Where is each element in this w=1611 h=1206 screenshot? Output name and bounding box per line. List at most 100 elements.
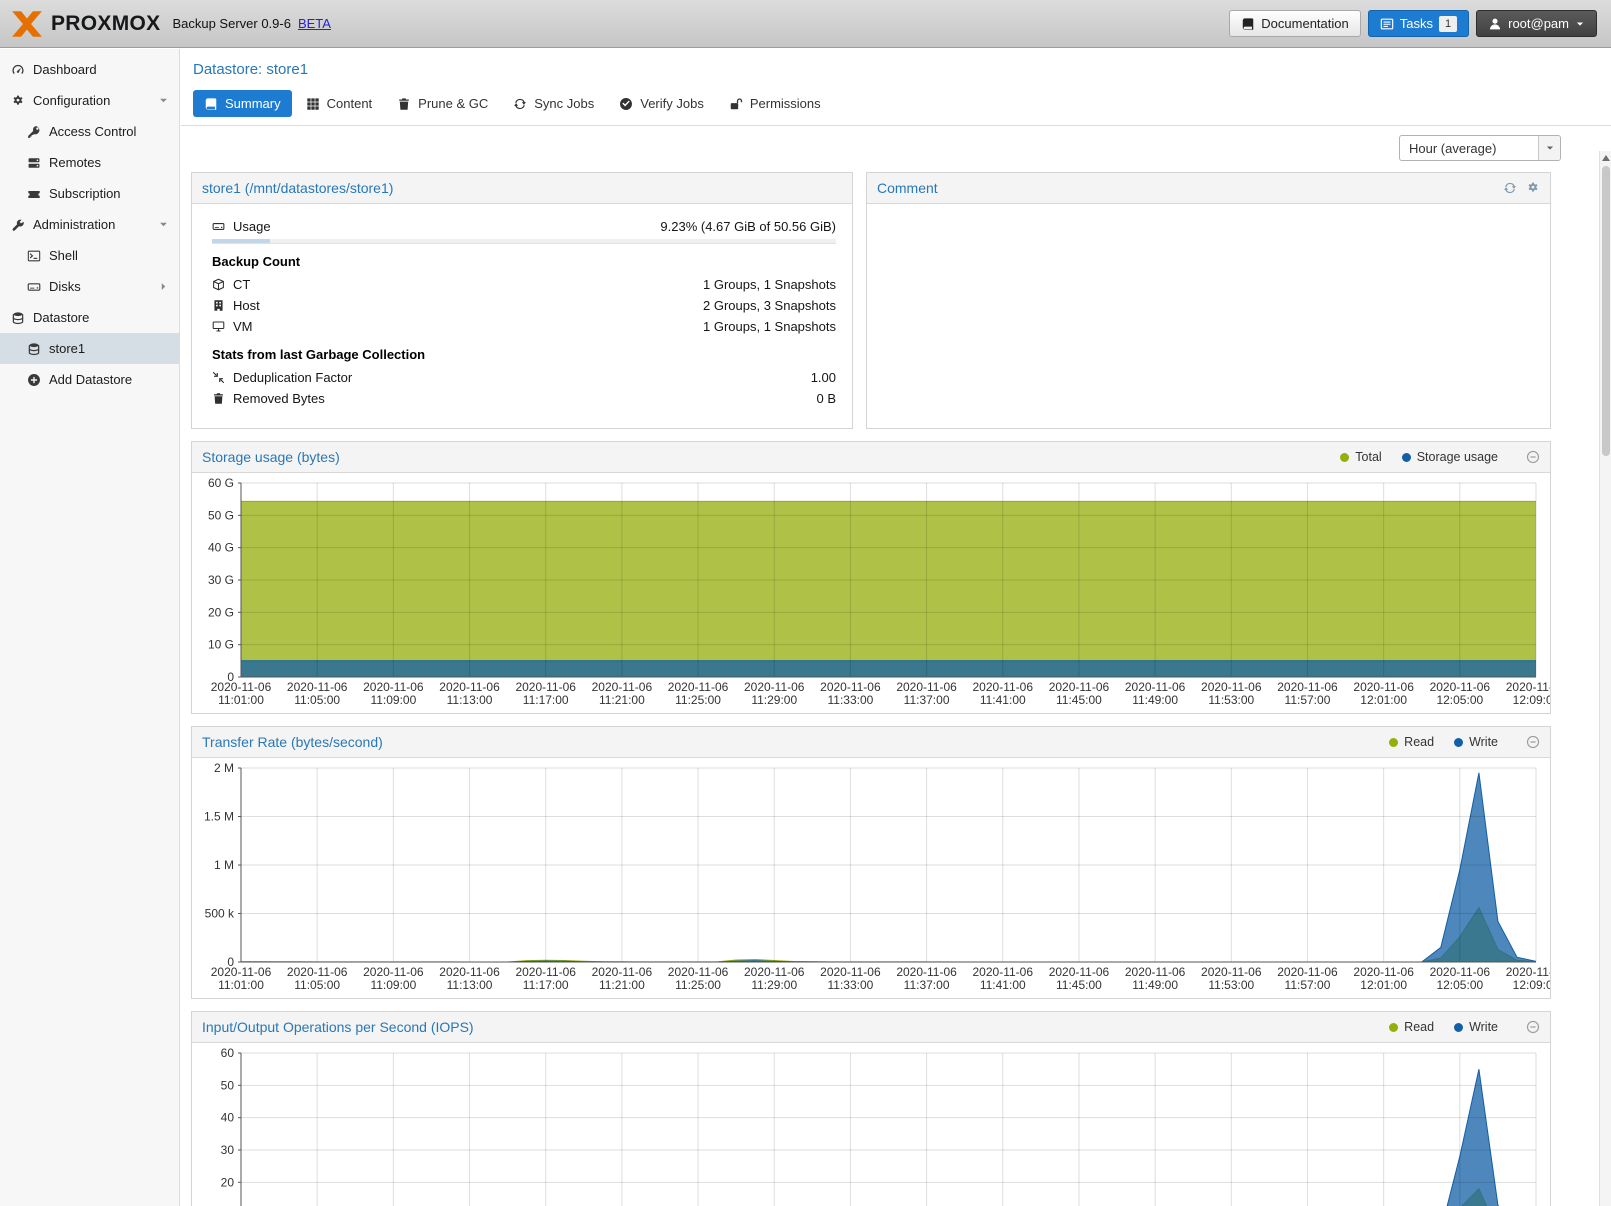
vertical-scrollbar[interactable] — [1599, 151, 1611, 1206]
refresh-icon[interactable] — [1503, 181, 1517, 195]
svg-text:11:41:00: 11:41:00 — [980, 978, 1026, 992]
legend-item-total[interactable]: Total — [1340, 450, 1381, 464]
sidebar-item-subscription[interactable]: Subscription — [0, 178, 179, 209]
storage-usage-legend: Total Storage usage — [1340, 450, 1540, 464]
row-label: Deduplication Factor — [233, 370, 352, 385]
sidebar-item-disks[interactable]: Disks — [0, 271, 179, 302]
legend-item-read[interactable]: Read — [1389, 735, 1434, 749]
summary-panel-body: Usage 9.23% (4.67 GiB of 50.56 GiB) Back… — [192, 204, 852, 428]
tab-content[interactable]: Content — [295, 90, 384, 117]
svg-text:11:41:00: 11:41:00 — [980, 693, 1026, 707]
iops-chart: 2020-11-0611:01:002020-11-0611:05:002020… — [193, 1045, 1550, 1206]
sidebar-item-label: Administration — [33, 217, 115, 232]
usage-progress-fill — [212, 239, 270, 243]
tab-prune-gc[interactable]: Prune & GC — [386, 90, 499, 117]
transfer-rate-panel-header: Transfer Rate (bytes/second) ReadWrite — [192, 727, 1550, 758]
tab-verify-jobs[interactable]: Verify Jobs — [608, 90, 715, 117]
svg-text:11:49:00: 11:49:00 — [1132, 693, 1178, 707]
period-select-trigger[interactable] — [1538, 136, 1560, 160]
sidebar-item-label: Add Datastore — [49, 372, 132, 387]
database-icon — [27, 342, 41, 356]
sidebar-item-datastore[interactable]: Datastore — [0, 302, 179, 333]
svg-text:2020-11-06: 2020-11-06 — [820, 680, 881, 694]
svg-text:2020-11-06: 2020-11-06 — [896, 965, 957, 979]
legend-label: Read — [1404, 1020, 1434, 1034]
sidebar-item-dashboard[interactable]: Dashboard — [0, 54, 179, 85]
period-select-value: Hour (average) — [1400, 141, 1538, 156]
legend-item-storage-usage[interactable]: Storage usage — [1402, 450, 1498, 464]
svg-text:11:13:00: 11:13:00 — [447, 693, 493, 707]
beta-link[interactable]: BETA — [298, 16, 331, 31]
svg-text:50: 50 — [221, 1078, 235, 1092]
row-label: CT — [233, 277, 250, 292]
transfer-rate-panel: Transfer Rate (bytes/second) ReadWrite 2… — [191, 726, 1551, 999]
svg-text:11:33:00: 11:33:00 — [827, 693, 873, 707]
svg-text:2020-11-06: 2020-11-06 — [1201, 680, 1262, 694]
sidebar-item-add-datastore[interactable]: Add Datastore — [0, 364, 179, 395]
comment-content[interactable] — [867, 204, 1550, 428]
svg-text:11:17:00: 11:17:00 — [523, 693, 569, 707]
row-value: 1.00 — [811, 370, 836, 385]
sidebar-item-administration[interactable]: Administration — [0, 209, 179, 240]
scroll-up-arrow[interactable] — [1600, 151, 1611, 164]
user-label: root@pam — [1508, 16, 1569, 31]
user-menu-button[interactable]: root@pam — [1476, 10, 1597, 37]
legend-label: Write — [1469, 735, 1498, 749]
sidebar-item-label: Dashboard — [33, 62, 97, 77]
sidebar-item-label: Access Control — [49, 124, 136, 139]
legend-item-write[interactable]: Write — [1454, 735, 1498, 749]
usage-value: 9.23% (4.67 GiB of 50.56 GiB) — [660, 219, 836, 234]
sidebar-item-label: Remotes — [49, 155, 101, 170]
legend-item-write[interactable]: Write — [1454, 1020, 1498, 1034]
sidebar-item-access-control[interactable]: Access Control — [0, 116, 179, 147]
book-icon — [204, 97, 218, 111]
sidebar-item-store1[interactable]: store1 — [0, 333, 179, 364]
period-select[interactable]: Hour (average) — [1399, 135, 1561, 161]
svg-text:2020-11-06: 2020-11-06 — [1201, 965, 1262, 979]
legend-label: Read — [1404, 735, 1434, 749]
tab-label: Content — [327, 96, 373, 111]
usage-label: Usage — [233, 219, 271, 234]
sidebar-item-shell[interactable]: Shell — [0, 240, 179, 271]
storage-usage-title: Storage usage (bytes) — [202, 449, 340, 465]
svg-text:40 G: 40 G — [208, 541, 234, 555]
svg-text:2020-11-06: 2020-11-06 — [1125, 680, 1186, 694]
tasks-button[interactable]: Tasks 1 — [1368, 10, 1469, 37]
svg-text:11:13:00: 11:13:00 — [447, 978, 493, 992]
tasks-list-icon — [1380, 17, 1394, 31]
tab-sync-jobs[interactable]: Sync Jobs — [502, 90, 605, 117]
legend-dot — [1389, 1023, 1398, 1032]
tab-summary[interactable]: Summary — [193, 90, 292, 117]
legend-item-read[interactable]: Read — [1389, 1020, 1434, 1034]
svg-text:11:17:00: 11:17:00 — [523, 978, 569, 992]
tab-label: Sync Jobs — [534, 96, 594, 111]
sidebar-item-label: Disks — [49, 279, 81, 294]
tab-permissions[interactable]: Permissions — [718, 90, 832, 117]
collapse-panel-icon[interactable] — [1526, 450, 1540, 464]
storage-usage-panel: Storage usage (bytes) Total Storage usage… — [191, 441, 1551, 714]
collapse-panel-icon[interactable] — [1526, 1020, 1540, 1034]
svg-text:2020-11-06: 2020-11-06 — [287, 680, 348, 694]
gc-stat-row: Deduplication Factor 1.00 — [212, 367, 836, 388]
svg-text:11:25:00: 11:25:00 — [675, 978, 721, 992]
documentation-button[interactable]: Documentation — [1229, 10, 1360, 37]
collapse-panel-icon[interactable] — [1526, 735, 1540, 749]
backup-count-row: Host2 Groups, 3 Snapshots — [212, 295, 836, 316]
svg-text:2020-11-06: 2020-11-06 — [1277, 965, 1338, 979]
caret-right-icon — [158, 281, 169, 292]
trash-icon — [212, 392, 225, 405]
caret-down-icon — [158, 219, 169, 230]
svg-text:11:57:00: 11:57:00 — [1285, 978, 1331, 992]
transfer-rate-chart: 2020-11-0611:01:002020-11-0611:05:002020… — [193, 760, 1550, 998]
book-icon — [1241, 17, 1255, 31]
svg-text:11:25:00: 11:25:00 — [675, 693, 721, 707]
svg-text:2020-11-06: 2020-11-06 — [973, 965, 1034, 979]
sidebar-item-configuration[interactable]: Configuration — [0, 85, 179, 116]
datastore-summary-panel: store1 (/mnt/datastores/store1) Usage 9.… — [191, 172, 853, 429]
panels-area: store1 (/mnt/datastores/store1) Usage 9.… — [181, 170, 1611, 1206]
settings-gear-icon[interactable] — [1526, 181, 1540, 195]
top-header: PROXMOX Backup Server 0.9-6 BETA Documen… — [0, 0, 1611, 48]
scrollbar-thumb[interactable] — [1602, 166, 1610, 456]
sidebar-item-remotes[interactable]: Remotes — [0, 147, 179, 178]
toolbar: Hour (average) — [181, 126, 1611, 170]
